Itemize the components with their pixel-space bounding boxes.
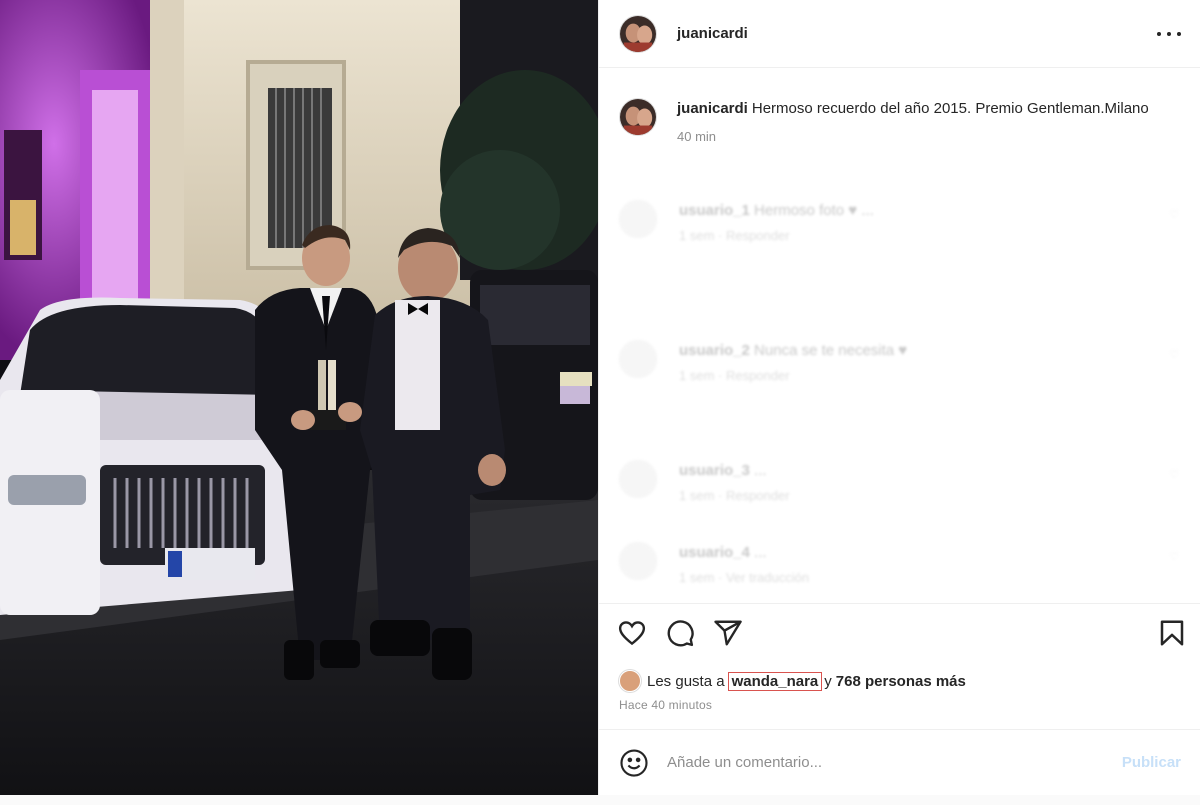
comment-item: usuario_3 ... 1 sem · Responder ♡: [619, 460, 1179, 503]
likes-conjunction: y: [824, 672, 832, 690]
comment-text-line: usuario_4 ...: [679, 542, 809, 564]
comment-meta: 1 sem · Responder: [679, 228, 790, 243]
comment-item: usuario_4 ... 1 sem · Ver traducción ♡: [619, 542, 1179, 585]
send-icon[interactable]: [713, 618, 743, 648]
comment-text: ...: [754, 462, 767, 479]
liker-username[interactable]: wanda_nara: [727, 671, 823, 691]
commenter-username[interactable]: usuario_2: [679, 342, 750, 359]
comment-item: usuario_2 Nunca se te necesita ♥ 1 sem ·…: [619, 340, 1179, 383]
publish-button[interactable]: Publicar: [1122, 754, 1181, 771]
send-icon-svg: [714, 620, 742, 646]
comment-text: ...: [754, 544, 767, 561]
caption-body: juanicardi Hermoso recuerdo del año 2015.…: [677, 98, 1149, 147]
comment-text-line: usuario_3 ...: [679, 460, 790, 482]
comment-like-icon[interactable]: ♡: [1169, 468, 1179, 481]
comment-meta: 1 sem · Ver traducción: [679, 570, 810, 585]
post-caption: juanicardi Hermoso recuerdo del año 2015.…: [619, 98, 1179, 147]
comment-text-line: usuario_2 Nunca se te necesita ♥: [679, 340, 907, 362]
commenter-avatar[interactable]: [619, 542, 657, 580]
more-dot: [1177, 32, 1181, 36]
caption-text-line: juanicardi Hermoso recuerdo del año 2015.…: [677, 98, 1149, 119]
comment-text: Nunca se te necesita ♥: [754, 342, 908, 359]
likes-count[interactable]: 768 personas más: [836, 673, 966, 690]
likes-summary: Les gusta a wanda_nara y 768 personas má…: [619, 670, 966, 692]
comment-text-line: usuario_1 Hermoso foto ♥ ...: [679, 200, 874, 222]
bookmark-icon-svg: [1160, 620, 1184, 646]
heart-icon-svg: [618, 621, 646, 646]
liker-avatar[interactable]: [619, 670, 641, 692]
commenter-avatar[interactable]: [619, 340, 657, 378]
comment-like-icon[interactable]: ♡: [1169, 208, 1179, 221]
commenter-username[interactable]: usuario_3: [679, 462, 750, 479]
comment-like-icon[interactable]: ♡: [1169, 550, 1179, 563]
comment-icon[interactable]: [665, 618, 695, 648]
caption-username[interactable]: juanicardi: [677, 100, 748, 117]
author-username[interactable]: juanicardi: [677, 25, 748, 42]
post-side-panel: juanicardi juanicardi Hermoso recuerdo de…: [598, 0, 1200, 795]
likes-prefix: Les gusta a: [647, 672, 725, 690]
instagram-post: juanicardi juanicardi Hermoso recuerdo de…: [0, 0, 1200, 795]
comment-meta: 1 sem · Responder: [679, 488, 790, 503]
post-header: juanicardi: [599, 0, 1200, 68]
more-icon[interactable]: [1157, 23, 1181, 45]
caption-text: Hermoso recuerdo del año 2015. Premio Ge…: [751, 100, 1149, 117]
more-dot: [1157, 32, 1161, 36]
post-timestamp[interactable]: Hace 40 minutos: [619, 698, 712, 712]
author-avatar[interactable]: [619, 14, 657, 53]
caption-avatar[interactable]: [619, 98, 657, 136]
smile-icon[interactable]: [619, 748, 649, 778]
comment-like-icon[interactable]: ♡: [1169, 348, 1179, 361]
add-comment-bar: Publicar: [599, 729, 1200, 795]
bookmark-icon[interactable]: [1157, 618, 1187, 648]
post-actions: Les gusta a wanda_nara y 768 personas má…: [599, 603, 1200, 728]
heart-icon[interactable]: [617, 618, 647, 648]
comment-item: usuario_1 Hermoso foto ♥ ... 1 sem · Res…: [619, 200, 1179, 243]
commenter-username[interactable]: usuario_4: [679, 544, 750, 561]
avatar-image: [620, 99, 656, 135]
more-dot: [1167, 32, 1171, 36]
comment-text: Hermoso foto ♥ ...: [754, 202, 874, 219]
commenter-username[interactable]: usuario_1: [679, 202, 750, 219]
commenter-avatar[interactable]: [619, 460, 657, 498]
post-photo[interactable]: [0, 0, 598, 795]
caption-time[interactable]: 40 min: [677, 126, 1149, 147]
avatar-image: [620, 15, 656, 52]
commenter-avatar[interactable]: [619, 200, 657, 238]
comment-icon-svg: [667, 620, 694, 647]
comments-list: usuario_1 Hermoso foto ♥ ... 1 sem · Res…: [599, 190, 1200, 600]
photo-illustration: [0, 0, 598, 795]
comment-input[interactable]: [667, 754, 1122, 771]
comment-meta: 1 sem · Responder: [679, 368, 790, 383]
